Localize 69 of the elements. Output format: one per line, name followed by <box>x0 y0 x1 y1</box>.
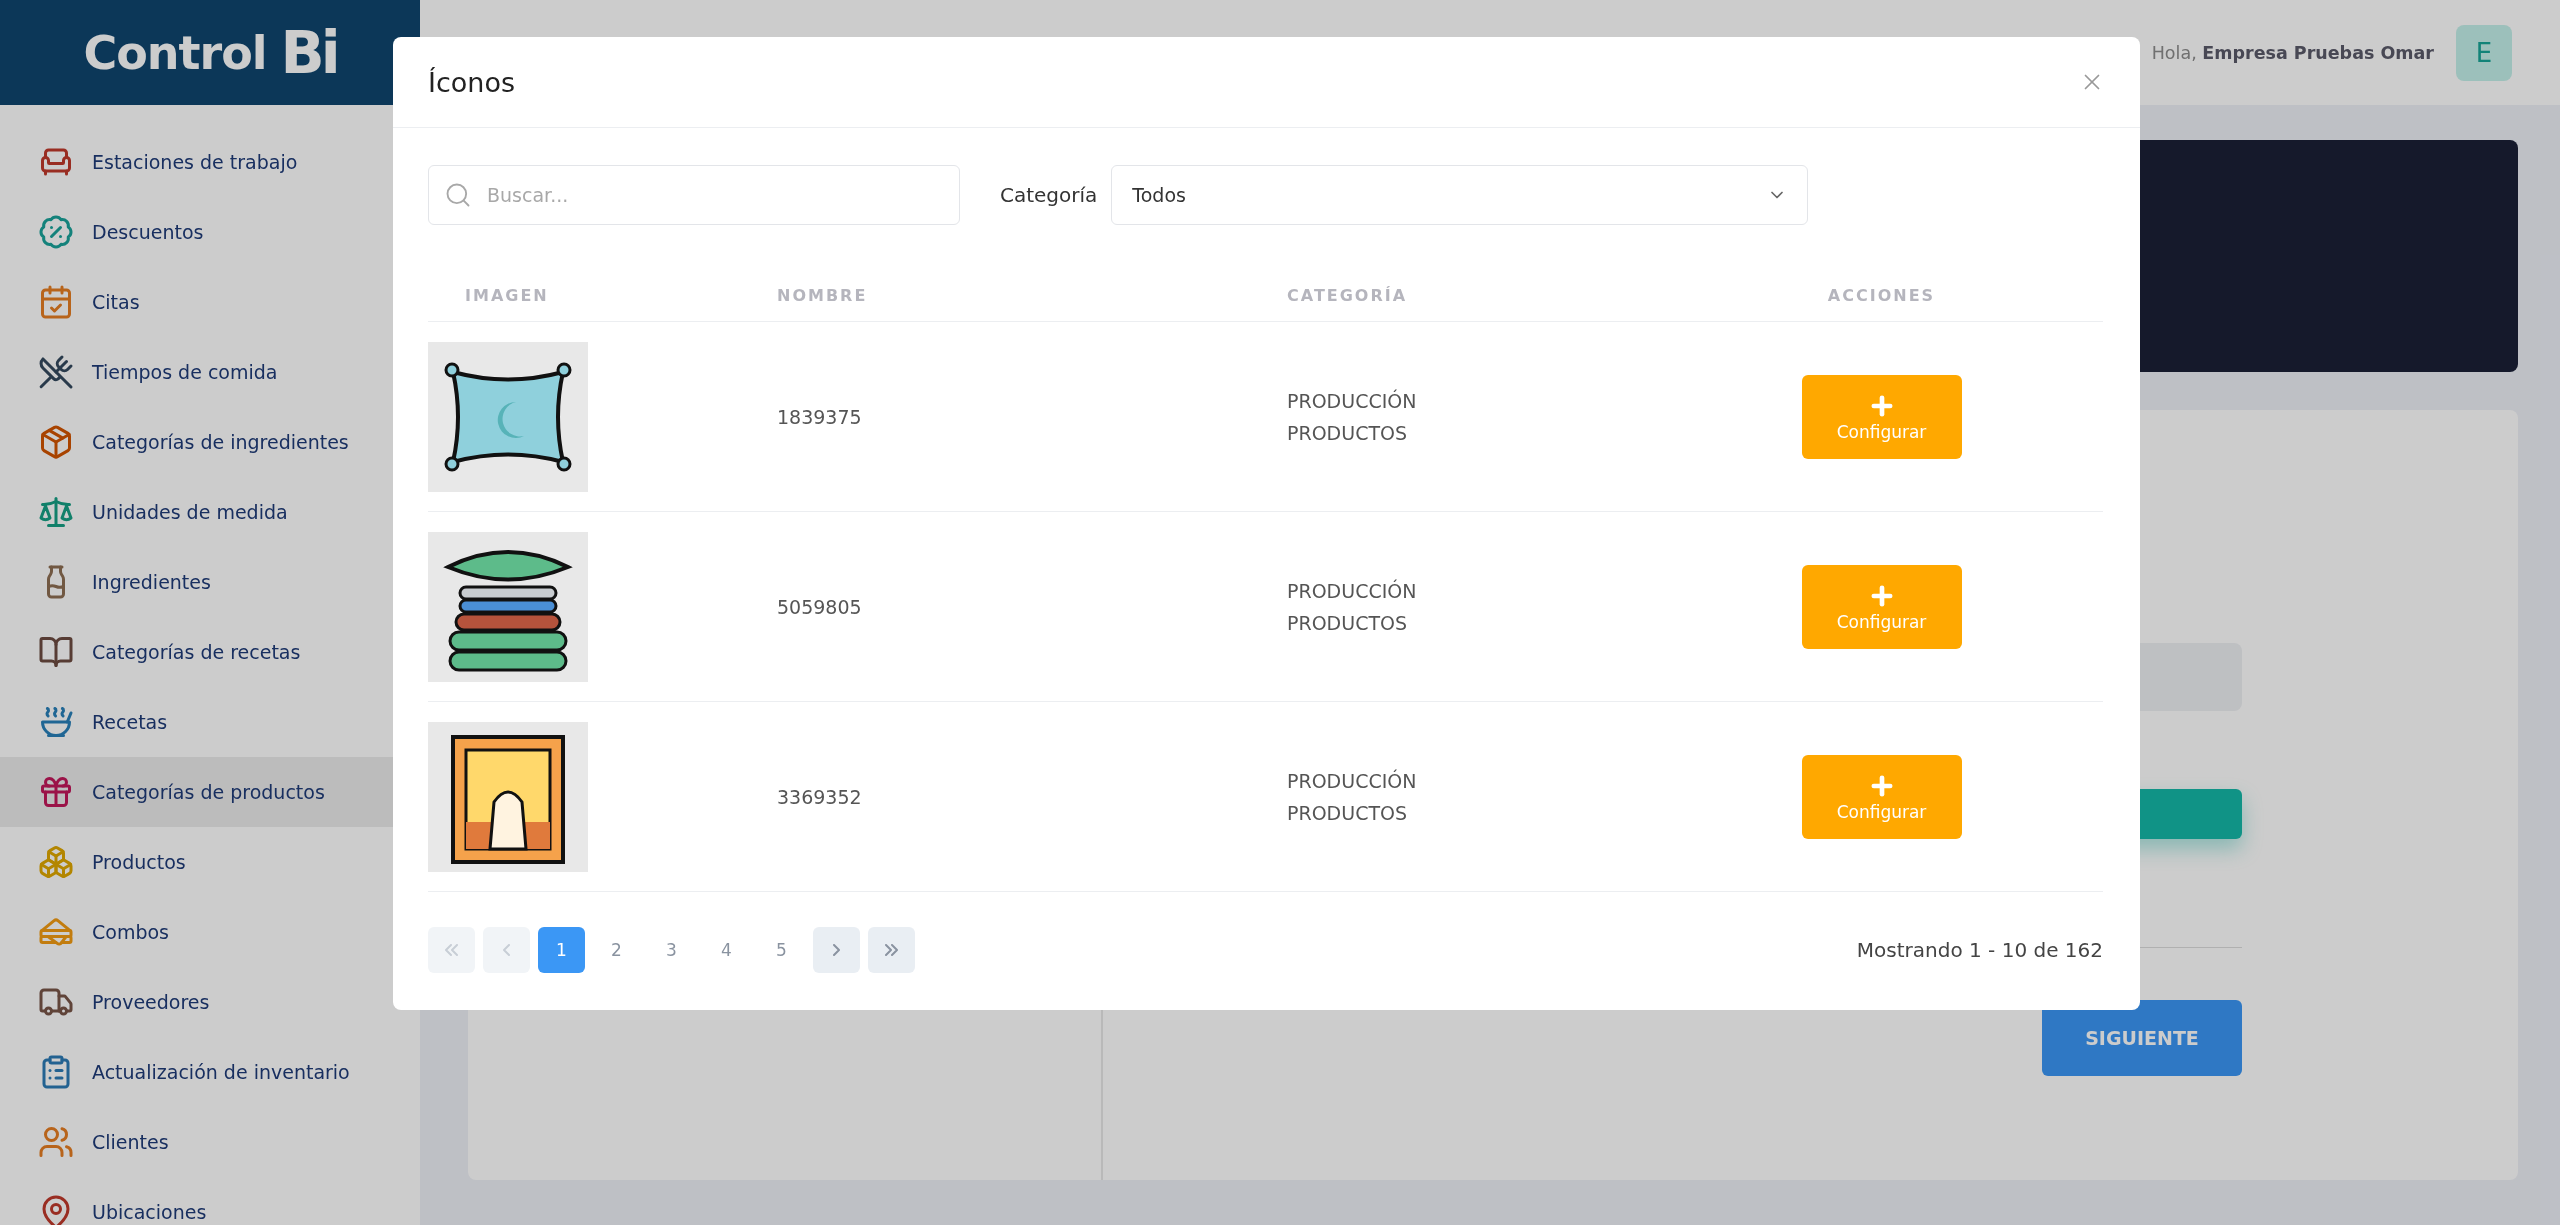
search-icon <box>444 181 472 209</box>
sidebar-item-label: Actualización de inventario <box>92 1061 350 1083</box>
sidebar-item-label: Categorías de recetas <box>92 641 301 663</box>
table-cell-text: 5059805 <box>777 594 863 620</box>
bowl-icon <box>38 704 74 740</box>
search-field[interactable]: Buscar... <box>428 165 960 225</box>
sidebar-item[interactable]: Combos <box>0 897 420 967</box>
column-header: CATEGORÍA <box>1287 286 1409 305</box>
sidebar-item-label: Categorías de ingredientes <box>92 431 349 453</box>
sidebar-item[interactable]: Estaciones de trabajo <box>0 127 420 197</box>
sidebar-item[interactable]: Citas <box>0 267 420 337</box>
logo-mark: Bi <box>280 18 337 87</box>
sidebar-item[interactable]: Clientes <box>0 1107 420 1177</box>
sidebar-item[interactable]: Ubicaciones <box>0 1177 420 1225</box>
framed-picture-icon <box>428 721 588 872</box>
column-header: NOMBRE <box>777 286 869 305</box>
utensils-icon <box>38 354 74 390</box>
sidebar-item-label: Combos <box>92 921 169 943</box>
sidebar-item-label: Categorías de productos <box>92 781 325 803</box>
pillow-icon <box>428 341 588 492</box>
sidebar-item[interactable]: Unidades de medida <box>0 477 420 547</box>
chevron-left-icon <box>503 944 510 956</box>
chevron-right-icon <box>833 944 840 956</box>
sidebar-item[interactable]: Productos <box>0 827 420 897</box>
table-cell-text: PRODUCCIÓN PRODUCTOS <box>1287 578 1418 636</box>
column-header: IMAGEN <box>464 286 550 305</box>
sidebar-item[interactable]: Proveedores <box>0 967 420 1037</box>
last-page-button[interactable] <box>868 927 915 973</box>
package-icon <box>38 424 74 460</box>
sidebar-item-label: Citas <box>92 291 140 313</box>
table-cell-text: PRODUCCIÓN PRODUCTOS <box>1287 388 1418 446</box>
sidebar-item[interactable]: Categorías de recetas <box>0 617 420 687</box>
column-header: ACCIONES <box>1826 286 1937 305</box>
sidebar-item-label: Tiempos de comida <box>92 361 278 383</box>
sidebar-item[interactable]: Descuentos <box>0 197 420 267</box>
greeting-text: Hola, Empresa Pruebas Omar <box>2151 42 2434 63</box>
sidebar-item-label: Proveedores <box>92 991 210 1013</box>
users-icon <box>38 1124 74 1160</box>
sidebar-item-label: Ingredientes <box>92 571 211 593</box>
towel-stack-icon <box>428 531 588 682</box>
gift-icon <box>38 774 74 810</box>
scale-icon <box>38 494 74 530</box>
table-cell-text: 1839375 <box>777 404 863 430</box>
sidebar-item[interactable]: Categorías de ingredientes <box>0 407 420 477</box>
book-icon <box>38 634 74 670</box>
calendar-icon <box>38 284 74 320</box>
results-summary: Mostrando 1 - 10 de 162 <box>1856 938 2103 962</box>
dialog-title: Íconos <box>428 66 516 98</box>
boxes-icon <box>38 844 74 880</box>
percent-icon <box>38 214 74 250</box>
table-cell-text: 3369352 <box>777 784 863 810</box>
double-chevron-right-icon <box>885 944 898 956</box>
table-cell-text: PRODUCCIÓN PRODUCTOS <box>1287 768 1418 826</box>
category-label: Categoría <box>1000 183 1098 207</box>
next-page-button[interactable] <box>813 927 860 973</box>
sidebar-item[interactable]: Recetas <box>0 687 420 757</box>
double-chevron-left-icon <box>445 944 458 956</box>
sidebar-item-label: Clientes <box>92 1131 169 1153</box>
category-select[interactable]: Todos <box>1111 165 1809 225</box>
sidebar-item-label: Ubicaciones <box>92 1201 207 1223</box>
sidebar-item-label: Descuentos <box>92 221 204 243</box>
sidebar-item[interactable]: Tiempos de comida <box>0 337 420 407</box>
logo-text: Control <box>83 25 267 80</box>
sidebar-item-label: Estaciones de trabajo <box>92 151 298 173</box>
sidebar-item-label: Recetas <box>92 711 168 733</box>
sidebar-item-label: Unidades de medida <box>92 501 288 523</box>
sidebar-item-label: Productos <box>92 851 186 873</box>
sidebar-item[interactable]: Actualización de inventario <box>0 1037 420 1107</box>
sidebar-item[interactable]: Ingredientes <box>0 547 420 617</box>
